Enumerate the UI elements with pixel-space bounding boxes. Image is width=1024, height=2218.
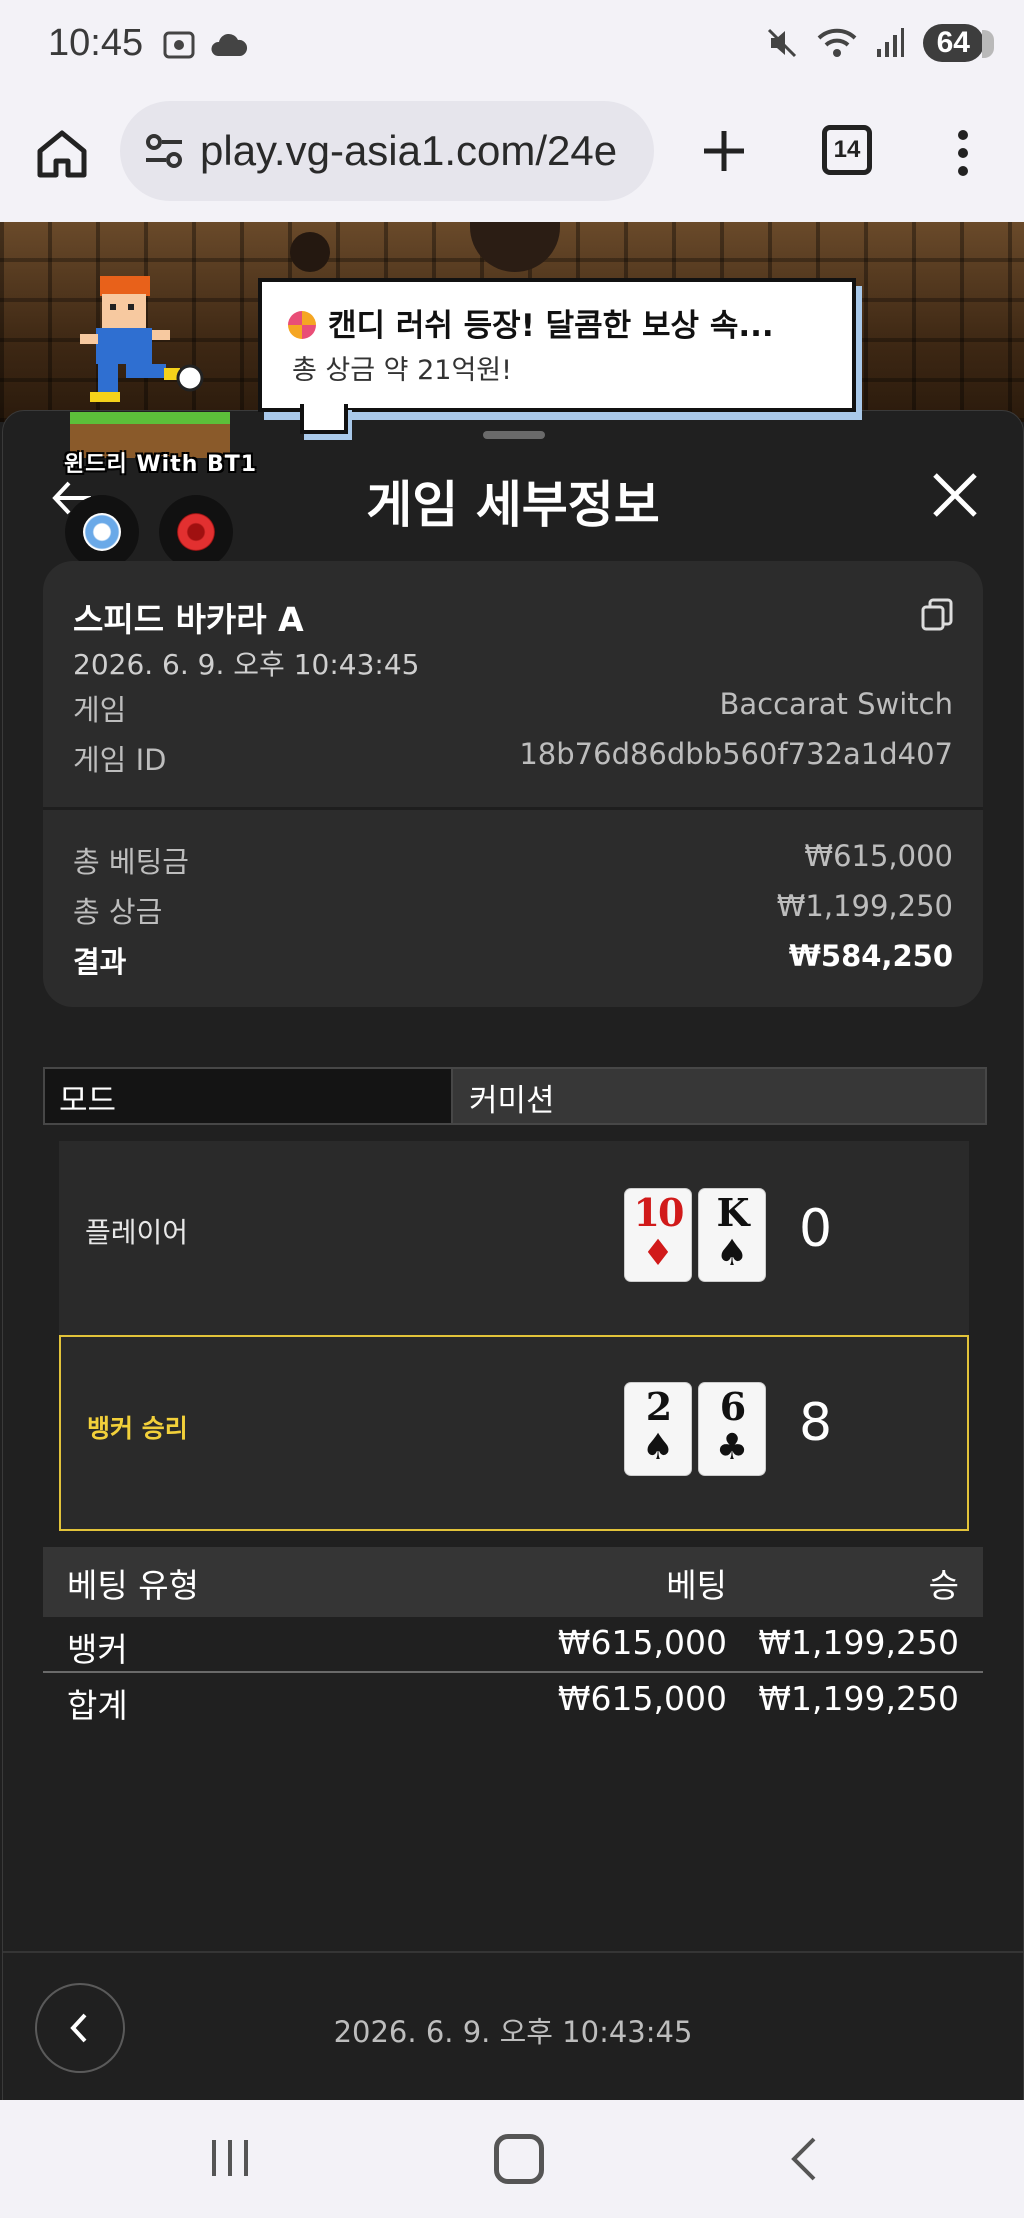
more-menu-icon[interactable] [948,123,978,183]
mascot-icon[interactable] [60,268,210,418]
player-hand-panel: 플레이어 10 ♦ K ♠ 0 [59,1141,969,1337]
total-bet-amount: ₩615,000 [557,1679,727,1718]
battery-indicator: 64 [922,24,995,62]
status-time: 10:45 [48,22,144,64]
address-bar[interactable]: play.vg-asia1.com/24e [120,101,654,201]
mode-row: 모드 커미션 [43,1067,987,1125]
bet-amount-header: 베팅 [666,1566,727,1605]
card-rank: K [716,1190,749,1235]
home-icon[interactable] [32,123,92,183]
win-amount: ₩1,199,250 [758,1623,959,1662]
site-settings-icon[interactable] [142,129,186,173]
total-payout-value: ₩1,199,250 [776,889,953,923]
total-payout-label: 총 상금 [73,895,163,929]
table-row: 뱅커 ₩615,000 ₩1,199,250 [43,1617,983,1673]
status-right-icons: 64 [765,24,995,62]
back-nav-icon[interactable] [784,2134,824,2184]
divider [43,807,983,810]
status-bar: 10:45 64 [0,0,1024,95]
card-rank: 6 [719,1384,746,1429]
bet-amount: ₩615,000 [557,1623,727,1662]
sheet-footer: 2026. 6. 9. 오후 10:43:45 [3,1951,1023,2103]
total-label: 합계 [67,1686,128,1725]
promo-title: 캔디 러쉬 등장! 달콤한 보상 속... [328,308,774,344]
mute-icon [767,28,796,58]
wifi-icon [817,28,857,57]
banker-score: 8 [799,1393,833,1453]
promo-subtitle: 총 상금 약 21억원! [292,355,512,386]
dealer-silhouette-2 [290,232,330,272]
promo-bubble-tail [300,404,348,434]
promo-title-row: 캔디 러쉬 등장! 달콤한 보상 속... [288,300,774,345]
mode-value: 커미션 [453,1069,985,1123]
close-icon[interactable] [927,467,983,523]
bet-type-header: 베팅 유형 [67,1566,199,1605]
result-value: ₩584,250 [788,939,953,973]
bet-type: 뱅커 [67,1630,128,1669]
playing-card: K ♠ [699,1189,765,1281]
game-details-sheet: 게임 세부정보 스피드 바카라 A 2026. 6. 9. 오후 10:43:4… [2,410,1024,2102]
game-type-label: 게임 [73,693,127,727]
player-label: 플레이어 [85,1216,189,1249]
signal-icon [876,28,904,57]
mascot-tag: 윈드리 With BT1 [64,452,258,477]
tab-switcher-button[interactable]: 14 [822,125,872,175]
total-bet-value: ₩615,000 [804,839,953,873]
promo-banner[interactable]: 캔디 러쉬 등장! 달콤한 보상 속... 총 상금 약 21억원! [258,278,856,412]
bet-table-header: 베팅 유형 베팅 승 [43,1547,983,1617]
total-row: 합계 ₩615,000 ₩1,199,250 [43,1673,983,1727]
playing-card: 2 ♠ [625,1383,691,1475]
game-id-label: 게임 ID [73,743,167,777]
game-id-value: 18b76d86dbb560f732a1d407 [519,737,953,771]
dealer-silhouette [470,222,560,272]
playing-card: 6 ♣ [699,1383,765,1475]
total-win-amount: ₩1,199,250 [758,1679,959,1718]
card-suit-icon: ♦ [641,1233,675,1274]
home-nav-icon[interactable] [494,2134,544,2184]
banker-win-label: 뱅커 승리 [87,1414,188,1443]
recents-icon[interactable] [208,2136,252,2180]
system-navigation-bar [0,2100,1024,2218]
bet-table: 베팅 유형 베팅 승 뱅커 ₩615,000 ₩1,199,250 합계 ₩61… [43,1547,983,1727]
screenshot-icon [163,31,195,59]
card-suit-icon: ♣ [715,1427,749,1468]
banker-hand-panel: 뱅커 승리 2 ♠ 6 ♣ 8 [59,1335,969,1531]
status-left-icons [162,28,248,62]
player-score: 0 [799,1199,833,1259]
result-label: 결과 [73,945,127,979]
browser-toolbar: play.vg-asia1.com/24e 14 [0,95,1024,222]
game-summary-card: 스피드 바카라 A 2026. 6. 9. 오후 10:43:45 게임 Bac… [43,561,983,1007]
url-text: play.vg-asia1.com/24e [200,127,618,174]
game-type-value: Baccarat Switch [719,687,954,721]
mode-label: 모드 [45,1069,453,1123]
game-name: 스피드 바카라 A [73,600,304,639]
card-rank: 10 [633,1190,685,1235]
total-bet-label: 총 베팅금 [73,845,189,879]
game-date: 2026. 6. 9. 오후 10:43:45 [73,648,420,681]
cloud-icon [211,33,248,56]
card-rank: 2 [645,1384,672,1429]
card-suit-icon: ♠ [715,1233,749,1274]
footer-date: 2026. 6. 9. 오후 10:43:45 [333,2015,693,2049]
win-header: 승 [928,1566,959,1605]
lollipop-icon [288,311,316,339]
card-suit-icon: ♠ [641,1427,675,1468]
playing-card: 10 ♦ [625,1189,691,1281]
new-tab-icon[interactable] [694,121,754,181]
copy-icon[interactable] [919,597,955,633]
drag-handle[interactable] [483,431,545,439]
